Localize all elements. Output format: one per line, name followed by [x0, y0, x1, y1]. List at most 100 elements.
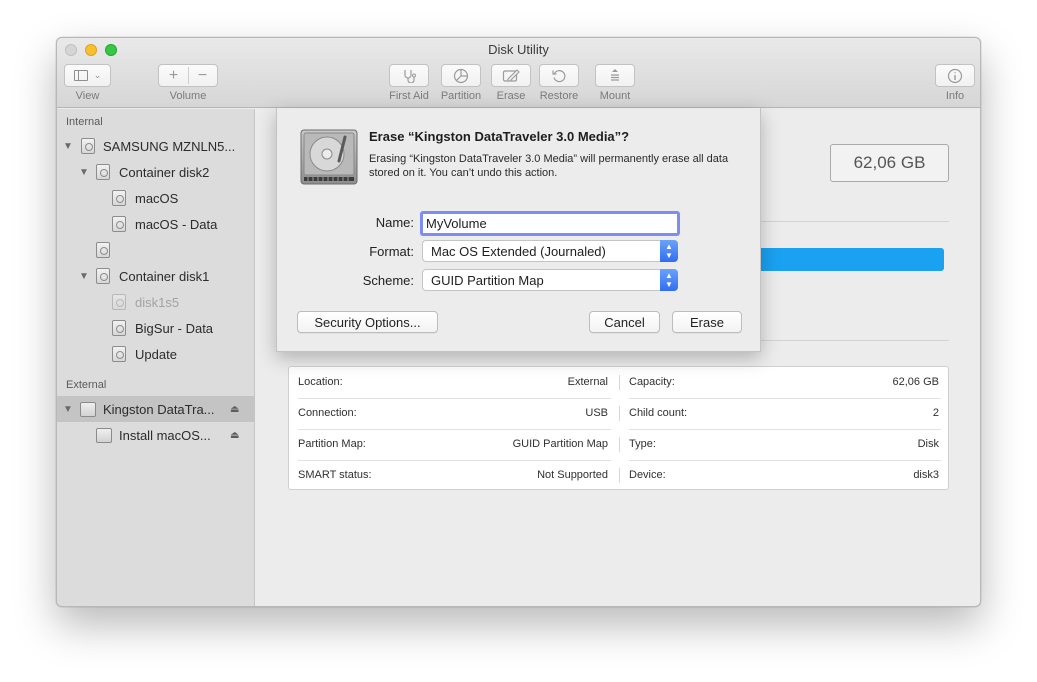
mount-label: Mount — [599, 90, 631, 102]
name-label: Name: — [375, 215, 414, 230]
sidebar-item-label: Container disk1 — [119, 268, 210, 284]
external-section-header: External — [66, 379, 107, 391]
internal-disk-icon — [81, 138, 95, 154]
first-aid-label: First Aid — [389, 90, 429, 102]
hard-drive-icon — [300, 129, 358, 185]
sidebar-item-macos-data[interactable]: macOS - Data — [57, 211, 255, 237]
disclosure-triangle-icon[interactable]: ▼ — [79, 271, 89, 282]
remove-volume-button[interactable]: − — [188, 67, 217, 85]
cancel-button[interactable]: Cancel — [589, 311, 660, 333]
sidebar-item-label: Container disk2 — [119, 164, 210, 180]
sidebar-item-install-macos[interactable]: Install macOS... ⏏ — [57, 422, 255, 448]
table-row: SMART status: Not Supported Device: disk… — [289, 460, 948, 491]
capacity-label: Capacity: — [629, 376, 675, 388]
disclosure-triangle-icon[interactable]: ▼ — [63, 404, 73, 415]
sidebar-item-label: Kingston DataTra... — [103, 401, 215, 417]
stethoscope-icon — [404, 69, 416, 83]
restore-icon — [552, 69, 566, 82]
partition-map-label: Partition Map: — [298, 438, 366, 450]
mount-button[interactable] — [595, 64, 635, 87]
volume-icon — [112, 346, 126, 362]
add-volume-button[interactable]: + — [159, 67, 188, 85]
volume-icon — [112, 294, 126, 310]
connection-label: Connection: — [298, 407, 357, 419]
erase-dialog-title: Erase “Kingston DataTraveler 3.0 Media”? — [369, 129, 630, 144]
table-row: Location: External Capacity: 62,06 GB — [289, 367, 948, 398]
format-select[interactable]: Mac OS Extended (Journaled) ▲ ▼ — [422, 240, 678, 262]
restore-button[interactable] — [539, 64, 579, 87]
scheme-select[interactable]: GUID Partition Map ▲ ▼ — [422, 269, 678, 291]
capacity-value: 62,06 GB — [892, 376, 939, 388]
volume-icon — [96, 242, 110, 258]
toolbar: Disk Utility ⌄ View + − Volume First Aid… — [57, 38, 980, 108]
volume-icon — [112, 190, 126, 206]
child-count-label: Child count: — [629, 407, 688, 419]
erase-label: Erase — [496, 90, 526, 102]
volume-icon — [112, 320, 126, 336]
disclosure-triangle-icon[interactable]: ▼ — [63, 141, 73, 152]
disclosure-triangle-icon[interactable]: ▼ — [79, 167, 89, 178]
volume-segmented-control: + − — [158, 64, 218, 87]
volume-label: Volume — [169, 90, 207, 102]
window-title: Disk Utility — [488, 42, 549, 57]
sidebar-item-label: BigSur - Data — [135, 320, 214, 336]
connection-value: USB — [585, 407, 608, 419]
capacity-display: 62,06 GB — [830, 144, 949, 182]
sidebar-icon — [73, 70, 88, 81]
device-label: Device: — [629, 469, 666, 481]
partition-button[interactable] — [441, 64, 481, 87]
format-label: Format: — [369, 244, 414, 259]
container-icon — [96, 268, 110, 284]
sidebar-item-kingston[interactable]: ▼ Kingston DataTra... ⏏ — [57, 396, 255, 422]
sidebar-item-samsung-disk[interactable]: ▼ SAMSUNG MZNLN5... — [57, 133, 255, 159]
name-field[interactable] — [420, 211, 680, 236]
child-count-value: 2 — [932, 407, 939, 419]
eject-icon[interactable]: ⏏ — [230, 430, 239, 441]
sidebar-item-container-disk2[interactable]: ▼ Container disk2 — [57, 159, 255, 185]
info-table: Location: External Capacity: 62,06 GB Co… — [288, 366, 949, 490]
erase-button[interactable]: Erase — [672, 311, 742, 333]
sidebar-item-bigsur-data[interactable]: BigSur - Data — [57, 315, 255, 341]
first-aid-button[interactable] — [389, 64, 429, 87]
info-button[interactable] — [935, 64, 975, 87]
scheme-selected-value: GUID Partition Map — [431, 273, 544, 288]
view-button[interactable]: ⌄ — [64, 64, 111, 87]
sidebar-item-unnamed-volume[interactable] — [57, 237, 255, 263]
type-value: Disk — [917, 438, 939, 450]
sidebar-item-label: Update — [135, 346, 177, 362]
location-label: Location: — [298, 376, 343, 388]
view-label: View — [75, 90, 100, 102]
smart-status-label: SMART status: — [298, 469, 372, 481]
partition-map-value: GUID Partition Map — [512, 438, 608, 450]
sidebar-item-update[interactable]: Update — [57, 341, 255, 367]
erase-icon — [502, 68, 520, 82]
restore-label: Restore — [539, 90, 579, 102]
sidebar-item-label: macOS - Data — [135, 216, 218, 232]
external-disk-icon — [80, 401, 96, 417]
chevron-down-icon: ⌄ — [93, 70, 102, 80]
device-value: disk3 — [913, 469, 939, 481]
table-row: Partition Map: GUID Partition Map Type: … — [289, 429, 948, 460]
table-row: Connection: USB Child count: 2 — [289, 398, 948, 429]
erase-toolbar-button[interactable] — [491, 64, 531, 87]
erase-sheet: Erase “Kingston DataTraveler 3.0 Media”?… — [276, 108, 761, 352]
format-selected-value: Mac OS Extended (Journaled) — [431, 244, 606, 259]
container-icon — [96, 164, 110, 180]
sidebar-item-disk1s5[interactable]: disk1s5 — [57, 289, 255, 315]
type-label: Type: — [629, 438, 656, 450]
info-icon — [947, 68, 963, 83]
up-down-arrows-icon: ▲ ▼ — [660, 269, 678, 291]
eject-icon[interactable]: ⏏ — [230, 404, 239, 415]
sidebar-item-label: Install macOS... — [119, 427, 211, 443]
sidebar-item-container-disk1[interactable]: ▼ Container disk1 — [57, 263, 255, 289]
sidebar-item-label: macOS — [135, 190, 179, 206]
mount-icon — [611, 68, 619, 81]
internal-section-header: Internal — [66, 116, 103, 128]
external-volume-icon — [96, 427, 112, 443]
security-options-button[interactable]: Security Options... — [297, 311, 438, 333]
sidebar: Internal ▼ SAMSUNG MZNLN5... ▼ Container… — [57, 109, 255, 606]
smart-status-value: Not Supported — [537, 469, 608, 481]
sidebar-item-label: disk1s5 — [135, 294, 180, 310]
sidebar-item-label: SAMSUNG MZNLN5... — [103, 138, 236, 154]
sidebar-item-macos[interactable]: macOS — [57, 185, 255, 211]
